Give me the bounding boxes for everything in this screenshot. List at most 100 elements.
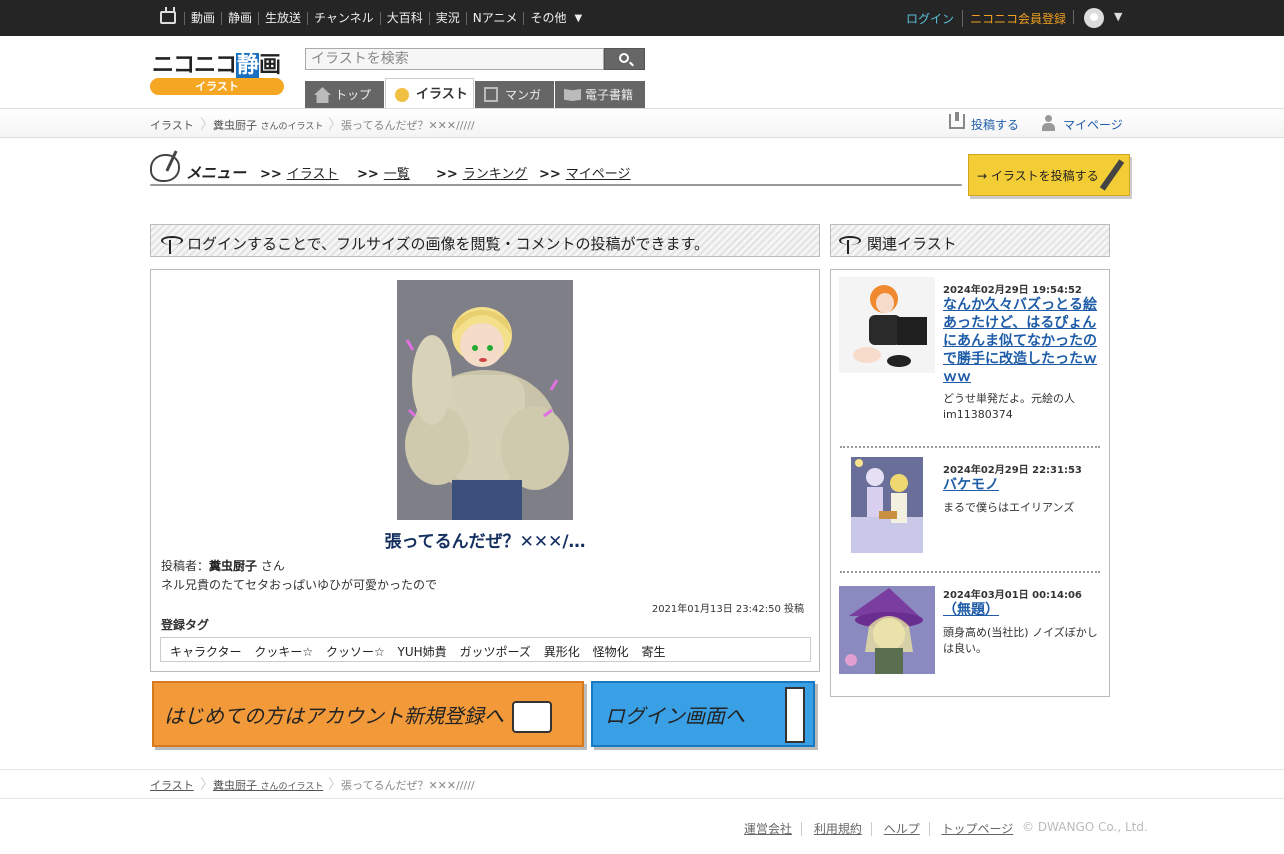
tag-link[interactable]: ガッツポーズ — [460, 645, 531, 659]
login-banner-text: ログイン画面へ — [605, 704, 745, 728]
artwork-image[interactable] — [397, 280, 573, 520]
search-input[interactable]: イラストを検索 — [305, 48, 604, 70]
artwork-illustration — [397, 280, 573, 520]
author-suffix: さんのイラスト — [260, 782, 324, 792]
login-link[interactable]: ログイン — [906, 10, 954, 27]
divider — [840, 446, 1100, 448]
sprout-icon — [839, 236, 861, 254]
thumbnail-illustration — [839, 586, 935, 674]
footer-link-terms[interactable]: 利用規約 — [813, 822, 872, 836]
related-description: どうせ単発だよ。元絵の人 im11380374 — [943, 392, 1075, 421]
nav-live[interactable]: 生放送 — [258, 11, 307, 25]
related-title-link[interactable]: （無題） — [943, 601, 1099, 619]
tag-link[interactable]: YUH姉貴 — [398, 645, 447, 659]
register-link[interactable]: ニコニコ会員登録 — [962, 10, 1066, 27]
home-icon — [314, 87, 331, 103]
tab-illust[interactable]: イラスト — [385, 78, 474, 109]
footer-crumb-root[interactable]: イラスト — [150, 777, 194, 793]
tag-link[interactable]: 怪物化 — [593, 645, 629, 659]
tab-manga[interactable]: マンガ — [475, 81, 554, 109]
breadcrumb-separator: 〉 — [328, 117, 342, 133]
menu-item-label: ランキング — [462, 167, 528, 182]
footer-link-top[interactable]: トップページ — [942, 822, 1023, 836]
related-description: まるで僕らはエイリアンズ — [943, 501, 1075, 514]
menu-item-ranking[interactable]: >> ランキング — [436, 163, 527, 182]
niconico-tv-icon[interactable] — [160, 7, 176, 24]
breadcrumb-current: 張ってるんだぜ？✕✕✕///// — [341, 119, 475, 132]
search-icon — [619, 53, 629, 63]
global-nav-bar: 動画 静画 生放送 チャンネル 大百科 実況 Nアニメ その他 ▼ ログイン ニ… — [0, 0, 1284, 36]
artwork-description: ネル兄貴のたてセタおっぱいゆひが可愛かったので — [161, 578, 438, 592]
tag-link[interactable]: キャラクター — [170, 645, 242, 659]
palette-icon — [395, 88, 409, 102]
breadcrumb-root[interactable]: イラスト — [150, 117, 194, 133]
nav-douga[interactable]: 動画 — [184, 11, 221, 25]
menu-arrow: >> — [539, 167, 561, 182]
author-suffix: さんのイラスト — [260, 122, 324, 132]
tab-top[interactable]: トップ — [305, 81, 384, 109]
mypage-link[interactable]: マイページ — [1041, 115, 1123, 133]
post-label: 投稿する — [971, 118, 1020, 132]
search-button[interactable] — [604, 48, 645, 70]
tag-list: キャラクター クッキー☆ クッソー☆ YUH姉貴 ガッツポーズ 異形化 怪物化 … — [160, 637, 811, 662]
nav-anime[interactable]: Nアニメ — [465, 11, 524, 25]
footer-crumb-author[interactable]: 糞虫厨子 さんのイラスト — [213, 777, 323, 793]
nav-seiga[interactable]: 静画 — [221, 11, 258, 25]
related-thumbnail[interactable] — [851, 457, 923, 553]
related-title-link[interactable]: なんか久々バズっとる絵あったけど、はるぴょんにあんま似てなかったので勝手に改造し… — [943, 296, 1099, 386]
user-icon — [1042, 115, 1055, 131]
upload-icon — [949, 112, 965, 129]
login-banner-button[interactable]: ログイン画面へ — [591, 681, 815, 747]
poster-name[interactable]: 糞虫厨子 — [209, 559, 257, 573]
post-link[interactable]: 投稿する — [949, 112, 1020, 133]
tab-ebook[interactable]: 電子書籍 — [555, 81, 645, 109]
nav-channel[interactable]: チャンネル — [307, 11, 380, 25]
pen-icon — [1099, 159, 1125, 191]
tab-label: トップ — [335, 88, 372, 102]
breadcrumb-separator: 〉 — [200, 777, 214, 793]
related-header: 関連イラスト — [830, 224, 1110, 257]
menu-item-illust[interactable]: >> イラスト — [260, 163, 339, 182]
tab-label: 電子書籍 — [585, 88, 634, 102]
mypage-label: マイページ — [1063, 118, 1123, 132]
tag-link[interactable]: クッキー☆ — [254, 645, 313, 659]
book-icon — [564, 89, 581, 101]
logo-subtitle: イラスト — [150, 78, 284, 95]
artwork-title: 張ってるんだぜ？✕✕✕/… — [384, 532, 586, 552]
upload-illust-button[interactable]: → イラストを投稿する — [968, 154, 1130, 196]
tags-label: 登録タグ — [161, 618, 210, 632]
notice-text: ログインすることで、フルサイズの画像を閲覧・コメントの投稿ができます。 — [187, 235, 710, 253]
poster-suffix: さん — [260, 559, 285, 573]
menu-item-label: 一覧 — [383, 167, 410, 182]
related-thumbnail[interactable] — [839, 586, 935, 674]
tag-link[interactable]: 寄生 — [641, 645, 665, 659]
chevron-down-icon[interactable]: ▼ — [1114, 10, 1122, 23]
register-banner-button[interactable]: はじめての方はアカウント新規登録へ — [152, 681, 584, 747]
site-logo[interactable]: ニコニコ静画 イラスト — [150, 47, 285, 95]
menu-item-mypage[interactable]: >> マイページ — [539, 163, 631, 182]
nav-more[interactable]: その他 — [523, 11, 572, 25]
nav-jikkyo[interactable]: 実況 — [428, 11, 466, 25]
avatar[interactable] — [1084, 8, 1104, 28]
logo-text-end: 画 — [259, 53, 281, 78]
related-date: 2024年02月29日 19:54:52 — [943, 285, 1082, 296]
tag-link[interactable]: クッソー☆ — [326, 645, 385, 659]
related-description: 頭身高め(当社比) ノイズぼかしは良い。 — [943, 626, 1098, 655]
menu-arrow: >> — [260, 167, 282, 182]
related-title-link[interactable]: バケモノ — [943, 476, 1099, 494]
copyright: © DWANGO Co., Ltd. — [1022, 820, 1148, 834]
footer-link-company[interactable]: 運営会社 — [744, 822, 803, 836]
footer-links: 運営会社 利用規約 ヘルプ トップページ — [744, 820, 1030, 837]
menu-arrow: >> — [436, 167, 458, 182]
nav-dic[interactable]: 大百科 — [379, 11, 429, 25]
global-nav: 動画 静画 生放送 チャンネル 大百科 実況 Nアニメ その他 ▼ — [184, 0, 588, 36]
divider — [1073, 10, 1074, 24]
footer-link-help[interactable]: ヘルプ — [883, 822, 930, 836]
chevron-down-icon[interactable]: ▼ — [572, 12, 588, 25]
menu-item-list[interactable]: >> 一覧 — [357, 163, 410, 182]
tag-link[interactable]: 異形化 — [544, 645, 580, 659]
breadcrumb-author[interactable]: 糞虫厨子 さんのイラスト — [213, 117, 323, 133]
tab-label: マンガ — [505, 88, 542, 102]
menu-arrow: >> — [357, 167, 379, 182]
related-thumbnail[interactable] — [839, 277, 935, 373]
